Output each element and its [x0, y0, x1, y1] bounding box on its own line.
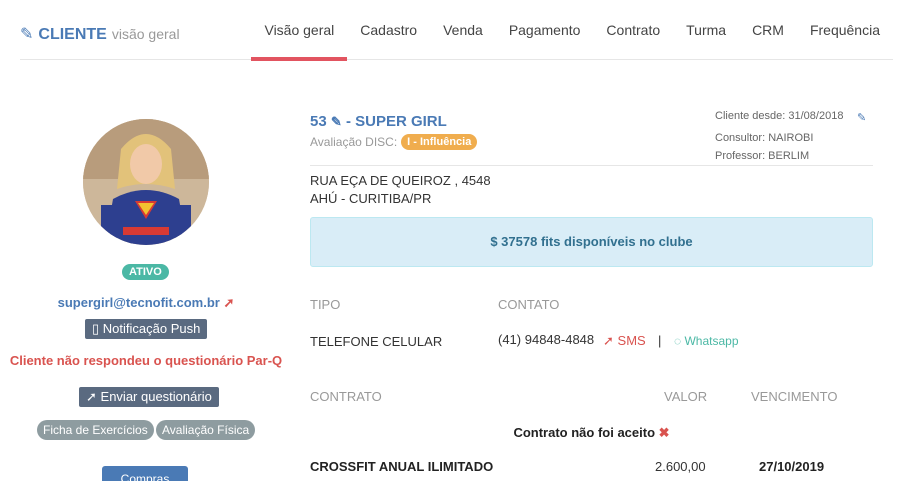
section-subtitle: visão geral	[111, 26, 180, 42]
push-notification-button[interactable]: ▯ Notificação Push	[85, 319, 208, 339]
section-title: CLIENTE	[38, 26, 107, 43]
close-icon: ✖	[658, 425, 670, 440]
tab-venda[interactable]: Venda	[430, 0, 496, 60]
sms-link[interactable]: ➚ SMS	[603, 333, 646, 349]
send-sms-icon: ➚	[603, 333, 614, 348]
contact-phone: (41) 94848-4848	[498, 332, 595, 347]
status-badge: ATIVO	[122, 264, 169, 280]
send-questionnaire-button[interactable]: ➚ Enviar questionário	[79, 387, 219, 407]
contract-not-accepted-text: Contrato não foi aceito	[513, 425, 656, 440]
tab-cadastro[interactable]: Cadastro	[347, 0, 430, 60]
tab-contrato[interactable]: Contrato	[593, 0, 673, 60]
whatsapp-link[interactable]: ◌ Whatsapp	[674, 334, 739, 348]
fits-balance-alert: $ 37578 fits disponíveis no clube	[310, 217, 873, 267]
client-id: 53	[310, 113, 327, 130]
tab-crm[interactable]: CRM	[739, 0, 797, 60]
contract-name[interactable]: CROSSFIT ANUAL ILIMITADO	[310, 459, 493, 474]
contracts-header-value: VALOR	[664, 389, 708, 404]
edit-icon: ✎	[20, 26, 34, 43]
contracts-header-due: VENCIMENTO	[751, 389, 838, 404]
address-line-1: RUA EÇA DE QUEIROZ , 4548	[310, 173, 491, 188]
contract-not-accepted: Contrato não foi aceito ✖	[310, 425, 873, 441]
client-title: 53 ✎ - SUPER GIRL	[310, 113, 447, 130]
tab-visao-geral[interactable]: Visão geral	[251, 0, 348, 61]
whatsapp-label: Whatsapp	[684, 334, 739, 348]
disc-row: Avaliação DISC: I - Influência	[310, 134, 478, 150]
contacts-header-contact: CONTATO	[498, 297, 560, 312]
physical-assessment-button[interactable]: Avaliação Física	[156, 420, 256, 440]
contract-due-date: 27/10/2019	[759, 459, 825, 474]
disc-badge: I - Influência	[401, 134, 478, 150]
contacts-header-type: TIPO	[310, 297, 341, 312]
send-icon: ➚	[86, 389, 97, 404]
chat-icon: ◌	[674, 334, 682, 348]
section-heading: ✎ CLIENTE visão geral	[20, 24, 180, 44]
professor: Professor: BERLIM	[715, 150, 810, 162]
address-line-2: AHÚ - CURITIBA/PR	[310, 191, 432, 206]
contact-type: TELEFONE CELULAR	[310, 334, 443, 349]
tab-frequencia[interactable]: Frequência	[797, 0, 893, 60]
client-email-text[interactable]: supergirl@tecnofit.com.br	[58, 295, 220, 310]
sms-label: SMS	[617, 333, 646, 348]
page-header: ✎ CLIENTE visão geral Visão geral Cadast…	[20, 0, 893, 61]
client-name: - SUPER GIRL	[345, 113, 447, 130]
purchases-button[interactable]: Compras	[102, 466, 188, 481]
tab-bar: Visão geral Cadastro Venda Pagamento Con…	[251, 0, 893, 61]
client-since: Cliente desde: 31/08/2018	[715, 110, 844, 122]
send-email-icon[interactable]: ➚	[223, 295, 234, 310]
divider	[310, 165, 873, 166]
tab-turma[interactable]: Turma	[673, 0, 739, 60]
tab-pagamento[interactable]: Pagamento	[496, 0, 594, 60]
send-questionnaire-label: Enviar questionário	[100, 389, 212, 404]
disc-label: Avaliação DISC:	[310, 135, 398, 149]
mobile-icon: ▯	[92, 321, 100, 336]
workout-sheet-button[interactable]: Ficha de Exercícios	[37, 420, 154, 440]
client-email[interactable]: supergirl@tecnofit.com.br ➚	[0, 295, 292, 311]
consultant: Consultor: NAIROBI	[715, 132, 814, 144]
edit-since-icon[interactable]: ✎	[857, 111, 866, 124]
push-notification-label: Notificação Push	[102, 321, 201, 336]
parq-warning: Cliente não respondeu o questionário Par…	[9, 353, 283, 368]
contract-value: 2.600,00	[655, 459, 706, 474]
avatar[interactable]	[83, 119, 209, 245]
contracts-header-contract: CONTRATO	[310, 389, 382, 404]
link-separator: |	[658, 333, 662, 348]
edit-name-icon[interactable]: ✎	[331, 114, 342, 129]
